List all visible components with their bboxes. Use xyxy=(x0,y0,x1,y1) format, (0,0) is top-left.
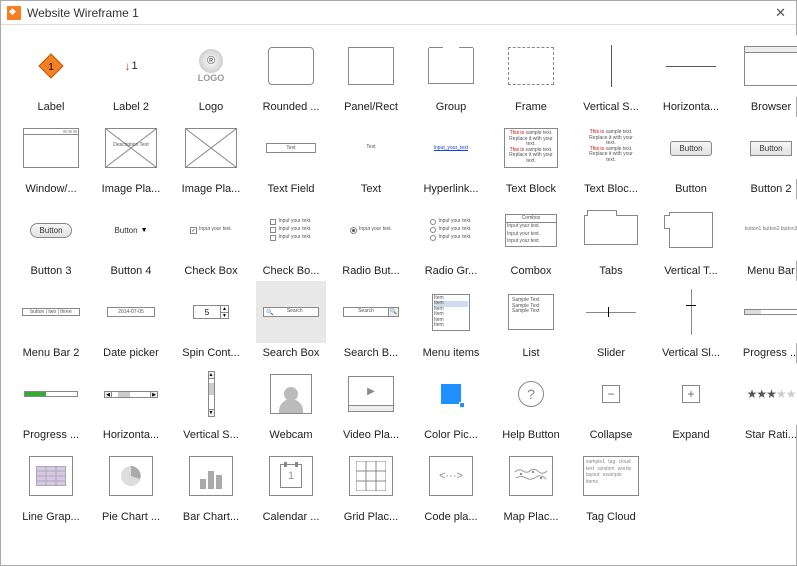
shape-bar-chart[interactable]: Bar Chart... xyxy=(173,445,249,523)
shape-check-box[interactable]: ✓Input your text.Check Box xyxy=(173,199,249,277)
shape-vertical-scroll[interactable]: ▲▼Vertical S... xyxy=(173,363,249,441)
shape-slider[interactable]: Slider xyxy=(573,281,649,359)
shape-search-box-2[interactable]: Search🔍Search B... xyxy=(333,281,409,359)
shape-rounded-rect[interactable]: Rounded ... xyxy=(253,35,329,113)
shape-label-2[interactable]: ↓1Label 2 xyxy=(93,35,169,113)
shape-spin-control[interactable]: 5▲▼Spin Cont... xyxy=(173,281,249,359)
shape-browser[interactable]: Browser xyxy=(733,35,797,113)
shape-button-3[interactable]: ButtonButton 3 xyxy=(13,199,89,277)
shape-panel-rect[interactable]: Panel/Rect xyxy=(333,35,409,113)
shape-logo[interactable]: ®LOGOLogo xyxy=(173,35,249,113)
shape-button-2[interactable]: ButtonButton 2 xyxy=(733,117,797,195)
shape-video-player[interactable]: ▶Video Pla... xyxy=(333,363,409,441)
shape-progress-2[interactable]: Progress ... xyxy=(13,363,89,441)
shape-radio-button[interactable]: Input your text.Radio But... xyxy=(333,199,409,277)
shape-combox[interactable]: ComboxInput your text.Input your text.In… xyxy=(493,199,569,277)
shape-webcam[interactable]: Webcam xyxy=(253,363,329,441)
shape-line-graph[interactable]: Line Grap... xyxy=(13,445,89,523)
shape-text[interactable]: TextText xyxy=(333,117,409,195)
shape-group[interactable]: Group xyxy=(413,35,489,113)
shape-tabs[interactable]: Tabs xyxy=(573,199,649,277)
shape-button-4[interactable]: Button▼Button 4 xyxy=(93,199,169,277)
shape-check-box-group[interactable]: Input your text.Input your text.Input yo… xyxy=(253,199,329,277)
shape-pie-chart[interactable]: Pie Chart ... xyxy=(93,445,169,523)
shape-text-field[interactable]: TextText Field xyxy=(253,117,329,195)
shape-list[interactable]: Sample TextSample TextSample TextList xyxy=(493,281,569,359)
shape-menu-bar[interactable]: button1 button2 button3Menu Bar xyxy=(733,199,797,277)
window-title: Website Wireframe 1 xyxy=(27,6,771,20)
shape-vertical-slider[interactable]: Vertical Sl... xyxy=(653,281,729,359)
shape-radio-group[interactable]: Input your text.Input your text.Input yo… xyxy=(413,199,489,277)
shape-menu-items[interactable]: ItemItemItemItemItemItemMenu items xyxy=(413,281,489,359)
shape-progress[interactable]: Progress ... xyxy=(733,281,797,359)
shape-map-placeholder[interactable]: Map Plac... xyxy=(493,445,569,523)
shape-menu-bar-2[interactable]: button | two | threeMenu Bar 2 xyxy=(13,281,89,359)
shape-vertical-tabs[interactable]: Vertical T... xyxy=(653,199,729,277)
shape-date-picker[interactable]: 2014-07-05Date picker xyxy=(93,281,169,359)
shape-image-placeholder[interactable]: Description TextImage Pla... xyxy=(93,117,169,195)
shape-expand[interactable]: +Expand xyxy=(653,363,729,441)
shape-horizontal-splitter[interactable]: Horizonta... xyxy=(653,35,729,113)
shape-frame[interactable]: Frame xyxy=(493,35,569,113)
shape-text-block-2[interactable]: This is sample text. Replace it with you… xyxy=(573,117,649,195)
shape-color-picker[interactable]: Color Pic... xyxy=(413,363,489,441)
app-icon xyxy=(7,6,21,20)
shape-code-placeholder[interactable]: <···>Code pla... xyxy=(413,445,489,523)
shape-collapse[interactable]: −Collapse xyxy=(573,363,649,441)
shape-star-rating[interactable]: ★★★★★Star Rati... xyxy=(733,363,797,441)
close-icon[interactable]: ✕ xyxy=(771,5,790,21)
shape-hyperlink[interactable]: input_your_textHyperlink... xyxy=(413,117,489,195)
shape-vertical-splitter[interactable]: Vertical S... xyxy=(573,35,649,113)
shape-grid: 1Label ↓1Label 2 ®LOGOLogo Rounded ... P… xyxy=(1,25,796,533)
shape-calendar[interactable]: 1Calendar ... xyxy=(253,445,329,523)
shape-text-block[interactable]: This is sample text. Replace it with you… xyxy=(493,117,569,195)
shape-tag-cloud[interactable]: sample1 tag cloud text random words layo… xyxy=(573,445,649,523)
titlebar: Website Wireframe 1 ✕ xyxy=(1,1,796,25)
shape-window[interactable]: Window/... xyxy=(13,117,89,195)
svg-text:1: 1 xyxy=(48,62,54,73)
shape-search-box[interactable]: 🔍SearchSearch Box xyxy=(253,281,329,359)
shape-button[interactable]: ButtonButton xyxy=(653,117,729,195)
shape-horizontal-scroll[interactable]: ◀▶Horizonta... xyxy=(93,363,169,441)
shape-grid-placeholder[interactable]: Grid Plac... xyxy=(333,445,409,523)
shape-help-button[interactable]: ?Help Button xyxy=(493,363,569,441)
shape-image-placeholder-2[interactable]: Image Pla... xyxy=(173,117,249,195)
shape-label[interactable]: 1Label xyxy=(13,35,89,113)
